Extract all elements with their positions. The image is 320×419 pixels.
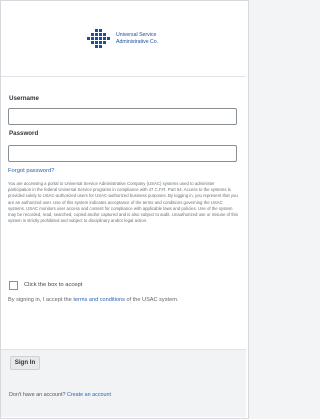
accept-checkbox[interactable] <box>9 281 18 290</box>
forgot-password-link[interactable]: Forgot password? <box>8 168 54 174</box>
header: Universal Service Administrative Co. <box>1 1 246 77</box>
create-account-link[interactable]: Create an account <box>67 392 111 398</box>
username-label: Username <box>9 95 39 102</box>
brand-name-line1: Universal Service <box>116 32 157 38</box>
password-label: Password <box>9 130 39 137</box>
password-field[interactable] <box>8 145 237 162</box>
terms-suffix: of the USAC system. <box>124 297 179 303</box>
usac-logo: Universal Service Administrative Co. <box>87 29 177 51</box>
legal-notice: You are accessing a portal to Universal … <box>8 181 239 224</box>
username-field[interactable] <box>8 108 237 125</box>
usac-dots-icon <box>87 29 110 48</box>
terms-and-conditions-link[interactable]: terms and conditions <box>73 297 125 303</box>
brand-name-line2: Administrative Co. <box>116 39 159 45</box>
terms-prefix: By signing in, I accept the <box>8 297 74 303</box>
account-prompt: Don't have an account? <box>9 392 67 398</box>
sign-in-button[interactable]: Sign In <box>10 356 40 370</box>
accept-checkbox-label: Click the box to accept <box>24 282 83 288</box>
terms-statement: By signing in, I accept the terms and co… <box>8 296 238 304</box>
create-account-line: Don't have an account? Create an account <box>9 392 111 398</box>
